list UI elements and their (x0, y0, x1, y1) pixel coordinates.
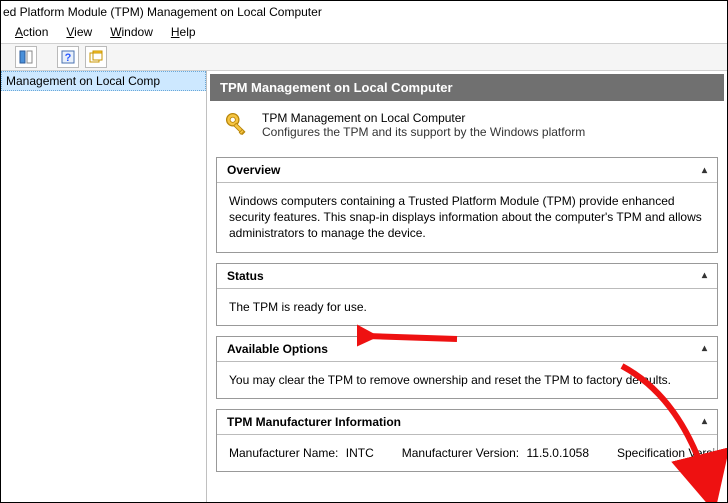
tree-item-tpm-management[interactable]: Management on Local Comp (1, 71, 206, 91)
panel-status-body: The TPM is ready for use. (217, 289, 717, 325)
mfr-version-label: Manufacturer Version: (402, 446, 519, 460)
toolbar-button-properties[interactable] (15, 46, 37, 68)
title-bar: ed Platform Module (TPM) Management on L… (1, 1, 727, 23)
window-title: ed Platform Module (TPM) Management on L… (3, 5, 322, 19)
mfr-name-value: INTC (346, 446, 374, 460)
panel-options-title: Available Options (227, 342, 328, 356)
key-icon (224, 111, 252, 139)
menu-help[interactable]: HelpHelp (171, 25, 196, 39)
panel-options-body: You may clear the TPM to remove ownershi… (217, 362, 717, 398)
menu-window[interactable]: WindowWindow (110, 25, 153, 39)
panel-mfr-title: TPM Manufacturer Information (227, 415, 401, 429)
collapse-icon: ▴ (702, 416, 707, 427)
panel-mfr-header[interactable]: TPM Manufacturer Information ▴ (217, 410, 717, 435)
toolbar-button-help[interactable]: ? (57, 46, 79, 68)
window-frame: ed Platform Module (TPM) Management on L… (0, 0, 728, 503)
collapse-icon: ▴ (702, 343, 707, 354)
collapse-icon: ▴ (702, 270, 707, 281)
hero: TPM Management on Local Computer Configu… (210, 101, 724, 153)
content-header: TPM Management on Local Computer (210, 74, 724, 101)
panel-overview-header[interactable]: Overview ▴ (217, 158, 717, 183)
menu-action[interactable]: AActionction (15, 25, 48, 39)
hero-line2: Configures the TPM and its support by th… (262, 125, 585, 139)
body: Management on Local Comp TPM Management … (1, 71, 727, 502)
hero-text: TPM Management on Local Computer Configu… (262, 111, 585, 139)
panel-overview-title: Overview (227, 163, 280, 177)
menu-bar: AActionction ViewView WindowWindow HelpH… (1, 23, 727, 43)
panel-overview: Overview ▴ Windows computers containing … (216, 157, 718, 253)
panel-status: Status ▴ The TPM is ready for use. (216, 263, 718, 326)
panel-options-header[interactable]: Available Options ▴ (217, 337, 717, 362)
svg-text:?: ? (65, 52, 72, 64)
toolbar-button-new-window[interactable] (85, 46, 107, 68)
panel-available-options: Available Options ▴ You may clear the TP… (216, 336, 718, 399)
tree-item-label: Management on Local Comp (6, 74, 160, 88)
tree-pane: Management on Local Comp (1, 71, 207, 502)
mfr-version-value: 11.5.0.1058 (526, 446, 589, 460)
panel-mfr-body: Manufacturer Name: INTC Manufacturer Ver… (217, 435, 717, 471)
panel-manufacturer: TPM Manufacturer Information ▴ Manufactu… (216, 409, 718, 472)
panel-status-title: Status (227, 269, 264, 283)
collapse-icon: ▴ (702, 165, 707, 176)
panel-status-header[interactable]: Status ▴ (217, 264, 717, 289)
menu-view[interactable]: ViewView (66, 25, 92, 39)
panel-overview-body: Windows computers containing a Trusted P… (217, 183, 717, 252)
hero-line1: TPM Management on Local Computer (262, 111, 585, 125)
toolbar: ? (1, 43, 727, 71)
mfr-name-label: Manufacturer Name: (229, 446, 338, 460)
content-header-title: TPM Management on Local Computer (220, 80, 453, 95)
spec-version-label: Specification Version: (617, 446, 727, 460)
content-pane: TPM Management on Local Computer TPM Man… (207, 71, 727, 502)
